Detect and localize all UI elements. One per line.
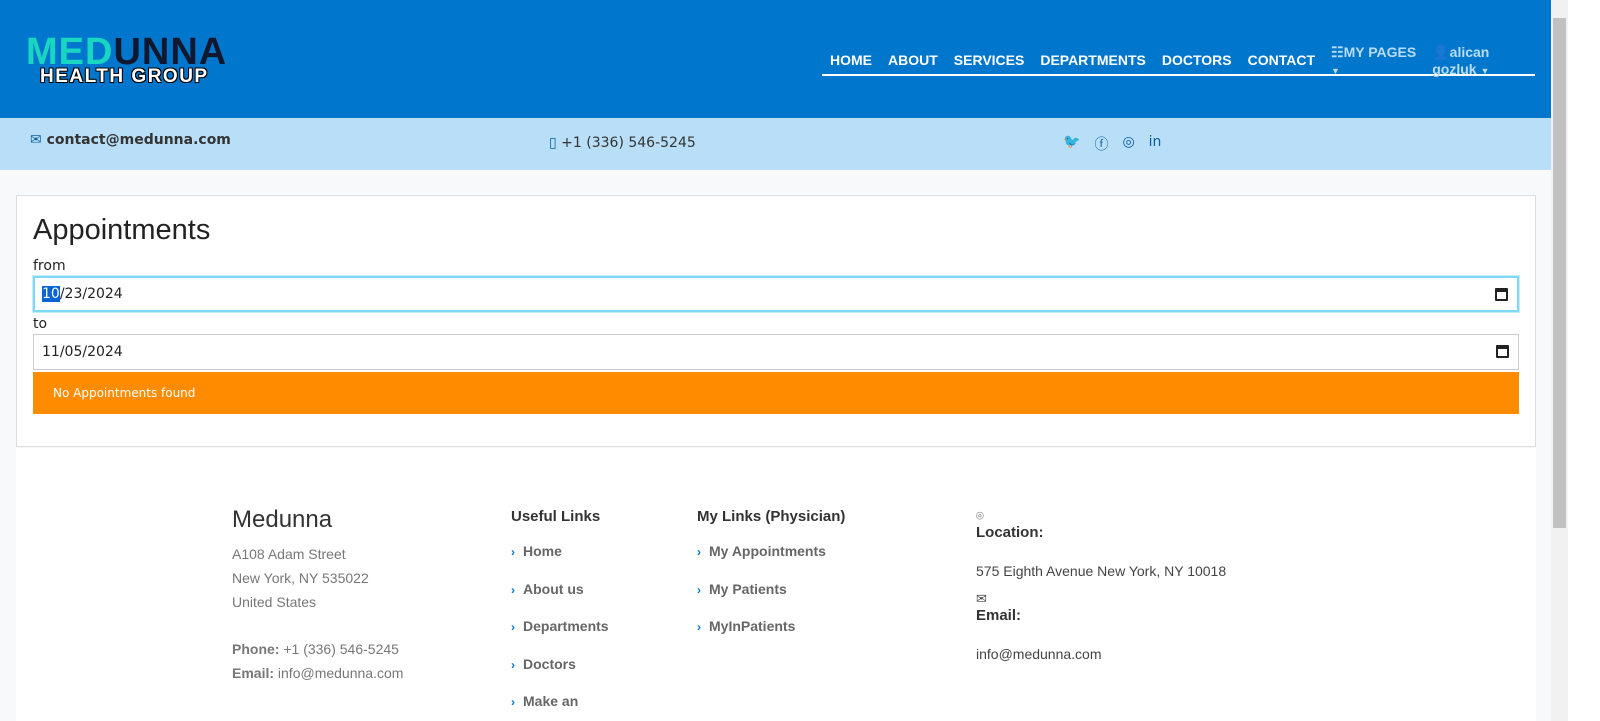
link-label: About us bbox=[523, 580, 584, 597]
link-label: MyInPatients bbox=[709, 618, 796, 634]
to-date-input[interactable]: 11/05/2024 bbox=[33, 334, 1519, 370]
chevron-right-icon: › bbox=[697, 582, 701, 597]
envelope-icon: ✉ bbox=[976, 591, 987, 606]
from-label: from bbox=[33, 258, 66, 274]
link-label: Make an bbox=[523, 693, 579, 709]
link-my-appointments[interactable]: › My Appointments bbox=[697, 543, 845, 581]
nav-my-pages[interactable]: ☷MY PAGES ▼ bbox=[1331, 44, 1416, 77]
header: MEDUNNA HEALTH GROUP HOME ABOUT SERVICES… bbox=[0, 0, 1551, 118]
from-rest: /23/2024 bbox=[59, 286, 123, 302]
main-nav: HOME ABOUT SERVICES DEPARTMENTS DOCTORS … bbox=[822, 44, 1535, 77]
useful-links: Useful Links › Home › About us › Department… bbox=[511, 508, 609, 721]
to-label: to bbox=[33, 316, 48, 332]
address-line: A108 Adam Street bbox=[232, 546, 346, 562]
contact-email[interactable]: ✉ contact@medunna.com bbox=[30, 132, 231, 148]
logo-subtitle: HEALTH GROUP bbox=[40, 66, 209, 87]
link-label: Home bbox=[523, 543, 562, 559]
calendar-icon[interactable] bbox=[1495, 288, 1508, 301]
address-line: New York, NY 535022 bbox=[232, 570, 369, 586]
contact-bar: ✉ contact@medunna.com ▯ +1 (336) 546-524… bbox=[0, 118, 1551, 170]
nav-home[interactable]: HOME bbox=[830, 52, 872, 68]
link-my-inpatients[interactable]: › MyInPatients bbox=[697, 618, 845, 656]
address-line: United States bbox=[232, 594, 317, 610]
contact-email-text: contact@medunna.com bbox=[46, 132, 231, 148]
email-value: info@medunna.com bbox=[277, 665, 404, 681]
link-my-patients[interactable]: › My Patients bbox=[697, 581, 845, 619]
scrollbar[interactable] bbox=[1551, 0, 1568, 721]
logo[interactable]: MEDUNNA HEALTH GROUP bbox=[26, 33, 316, 87]
nav-departments[interactable]: DEPARTMENTS bbox=[1040, 52, 1146, 68]
caret-down-icon: ▼ bbox=[1480, 65, 1490, 76]
chevron-right-icon: › bbox=[511, 657, 515, 672]
link-departments[interactable]: › Departments bbox=[511, 618, 609, 656]
caret-down-icon: ▼ bbox=[1331, 65, 1340, 76]
facebook-icon[interactable]: ⓕ bbox=[1094, 134, 1108, 154]
contact-phone: ▯ +1 (336) 546-5245 bbox=[549, 135, 696, 151]
email-label: Email: bbox=[232, 665, 275, 681]
useful-links-title: Useful Links bbox=[511, 508, 601, 525]
location-label: Location: bbox=[976, 524, 1044, 541]
link-doctors[interactable]: › Doctors bbox=[511, 656, 609, 694]
link-label: Doctors bbox=[523, 655, 576, 672]
chevron-right-icon: › bbox=[697, 620, 701, 634]
envelope-icon: ✉ bbox=[30, 132, 42, 148]
page-title: Appointments bbox=[33, 214, 211, 246]
contact-phone-text: +1 (336) 546-5245 bbox=[561, 135, 696, 151]
location-value: 575 Eighth Avenue New York, NY 10018 bbox=[976, 563, 1227, 579]
chevron-right-icon: › bbox=[697, 545, 701, 559]
nav-about[interactable]: ABOUT bbox=[888, 52, 938, 68]
footer-brand: Medunna bbox=[232, 506, 333, 533]
footer-email: Email: info@medunna.com bbox=[232, 661, 403, 685]
nav-services[interactable]: SERVICES bbox=[954, 52, 1025, 68]
calendar-icon[interactable] bbox=[1496, 345, 1509, 358]
phone-label: Phone: bbox=[232, 641, 280, 657]
footer-contact: ⌾ Location: 575 Eighth Avenue New York, … bbox=[976, 508, 1226, 662]
twitter-icon[interactable]: 🐦 bbox=[1063, 134, 1080, 154]
link-about[interactable]: › About us bbox=[511, 581, 609, 619]
chevron-right-icon: › bbox=[511, 695, 515, 709]
appointments-card: Appointments from 10/23/2024 to 11/05/20… bbox=[16, 195, 1536, 447]
contact-email-label: Email: bbox=[976, 607, 1022, 624]
nav-doctors[interactable]: DOCTORS bbox=[1162, 52, 1232, 68]
link-label: My Patients bbox=[709, 580, 787, 597]
my-links: My Links (Physician) › My Appointments › M… bbox=[697, 508, 845, 656]
nav-contact[interactable]: CONTACT bbox=[1248, 52, 1315, 68]
footer-about: Medunna A108 Adam Street New York, NY 53… bbox=[232, 506, 403, 685]
instagram-icon[interactable]: ◎ bbox=[1122, 134, 1134, 154]
map-pin-icon: ⌾ bbox=[976, 508, 984, 523]
page: MEDUNNA HEALTH GROUP HOME ABOUT SERVICES… bbox=[0, 0, 1551, 721]
link-home[interactable]: › Home bbox=[511, 543, 609, 581]
to-value: 11/05/2024 bbox=[42, 344, 123, 360]
footer-phone: Phone: +1 (336) 546-5245 bbox=[232, 637, 403, 661]
no-appointments-alert: No Appointments found bbox=[33, 372, 1519, 414]
scrollbar-thumb[interactable] bbox=[1553, 18, 1566, 528]
chevron-right-icon: › bbox=[511, 545, 515, 559]
phone-icon: ▯ bbox=[549, 135, 557, 151]
phone-value: +1 (336) 546-5245 bbox=[283, 641, 399, 657]
chevron-right-icon: › bbox=[511, 620, 515, 634]
link-make-appointment[interactable]: › Make an bbox=[511, 693, 609, 721]
link-label: Departments bbox=[523, 618, 609, 634]
user-icon: 👤 bbox=[1432, 43, 1450, 60]
from-date-input[interactable]: 10/23/2024 bbox=[33, 276, 1519, 312]
social-links: 🐦 ⓕ ◎ in bbox=[1063, 134, 1161, 154]
linkedin-icon[interactable]: in bbox=[1149, 134, 1162, 154]
link-label: My Appointments bbox=[709, 543, 826, 559]
chevron-right-icon: › bbox=[511, 582, 515, 597]
footer: Medunna A108 Adam Street New York, NY 53… bbox=[16, 448, 1536, 721]
my-links-title: My Links (Physician) bbox=[697, 508, 846, 525]
list-icon: ☷ bbox=[1331, 43, 1344, 60]
nav-user-menu[interactable]: 👤alican gozluk ▼ bbox=[1432, 44, 1535, 77]
contact-email-value: info@medunna.com bbox=[976, 646, 1102, 662]
my-pages-label: MY PAGES bbox=[1343, 43, 1417, 60]
from-month: 10 bbox=[42, 286, 60, 302]
